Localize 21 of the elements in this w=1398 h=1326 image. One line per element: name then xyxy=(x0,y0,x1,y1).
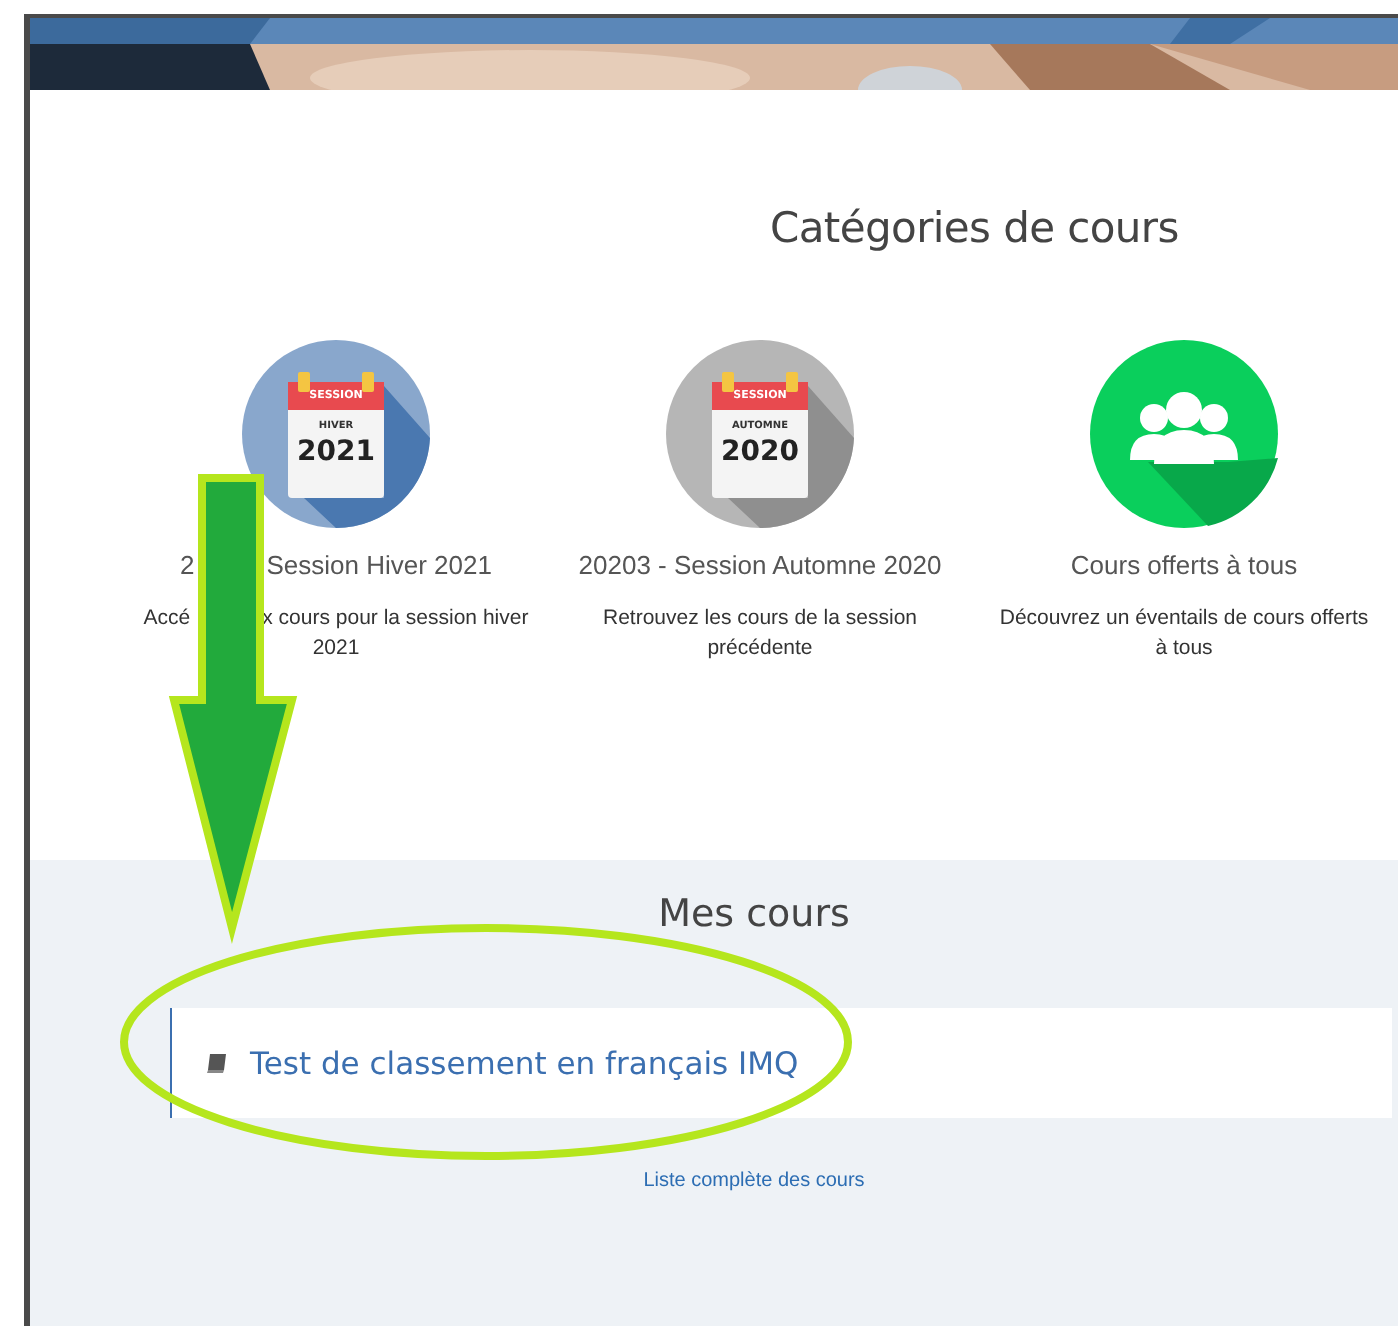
calendar-year: 2021 xyxy=(297,436,375,468)
people-group-icon xyxy=(1088,338,1280,530)
all-courses-link[interactable]: Liste complète des cours xyxy=(643,1170,865,1192)
course-link[interactable]: Test de classement en français IMQ xyxy=(250,1045,799,1081)
category-title: Cours offerts à tous xyxy=(1070,550,1298,580)
category-description: 2021 xyxy=(312,634,360,664)
calendar-icon xyxy=(664,338,856,530)
category-title: 20203 - Session Automne 2020 xyxy=(578,550,942,580)
section-heading: Catégories de cours xyxy=(770,204,1181,252)
section-heading: Mes cours xyxy=(658,892,850,936)
category-description: Retrouvez les cours de la session xyxy=(603,604,917,634)
category-title: Session Hiver 2021 xyxy=(266,550,492,580)
category-description: précédente xyxy=(707,634,813,664)
calendar-year: 2020 xyxy=(721,436,799,468)
book-icon xyxy=(206,1052,228,1074)
category-description: Accé xyxy=(143,604,191,634)
course-card[interactable]: Test de classement en français IMQ xyxy=(170,1008,1392,1118)
calendar-icon xyxy=(240,338,432,530)
category-description: à tous xyxy=(1155,634,1213,664)
category-description: Découvrez un éventails de cours offerts xyxy=(999,604,1369,634)
category-title: 2 xyxy=(180,550,195,580)
